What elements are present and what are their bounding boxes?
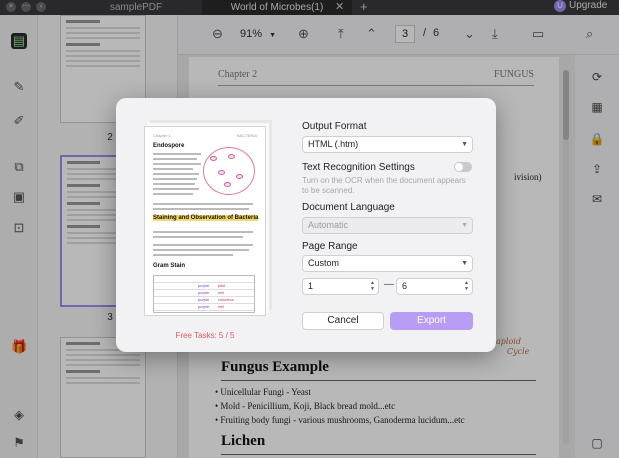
range-from-value: 1 xyxy=(308,281,314,291)
preview-header-right: BACTERIA xyxy=(236,133,257,138)
export-button[interactable]: Export xyxy=(390,312,473,330)
stepper-icon[interactable]: ▲ ▼ xyxy=(370,280,375,292)
range-to-input[interactable]: 6 ▲ ▼ xyxy=(396,278,473,295)
preview-header-left: Chapter 1 xyxy=(153,133,171,138)
document-preview: Chapter 1 BACTERIA Endospore Staining an… xyxy=(144,126,266,316)
document-language-value: Automatic xyxy=(308,220,349,230)
bacterium-shape xyxy=(228,154,235,159)
cancel-button[interactable]: Cancel xyxy=(302,312,384,330)
preview-text-line xyxy=(153,173,199,175)
export-dialog: Chapter 1 BACTERIA Endospore Staining an… xyxy=(116,98,496,352)
text-recognition-label: Text Recognition Settings xyxy=(302,162,415,173)
preview-text-line xyxy=(153,236,243,238)
preview-row: purple red xyxy=(154,290,254,297)
preview-section-title: Staining and Observation of Bacteria xyxy=(153,215,259,221)
bacterium-shape xyxy=(218,170,225,175)
preview-text-line xyxy=(153,178,197,180)
preview-text-line xyxy=(153,208,249,210)
preview-row: purple red xyxy=(154,304,254,311)
output-format-value: HTML (.htm) xyxy=(308,139,359,149)
ocr-toggle[interactable] xyxy=(454,162,472,172)
free-tasks-counter: Free Tasks: 5 / 5 xyxy=(175,331,235,340)
stepper-icon[interactable]: ▲ ▼ xyxy=(464,280,469,292)
output-format-label: Output Format xyxy=(302,121,367,132)
bacterium-shape xyxy=(210,156,217,161)
range-dash: — xyxy=(384,279,394,290)
preview-text-line xyxy=(153,203,253,205)
output-format-select[interactable]: HTML (.htm) ▼ xyxy=(302,136,473,153)
preview-row: purple colorless xyxy=(154,297,254,304)
document-language-select[interactable]: Automatic ▼ xyxy=(302,217,473,234)
preview-text-line xyxy=(153,188,199,190)
preview-title: Endospore xyxy=(153,143,185,149)
ocr-hint: Turn on the OCR when the document appear… xyxy=(302,176,466,195)
preview-text-line xyxy=(153,163,201,165)
preview-text-line xyxy=(153,244,253,246)
preview-text-line xyxy=(153,231,253,233)
bacterium-shape xyxy=(236,174,243,179)
preview-table: purple pink purple red purple colorless pur… xyxy=(153,275,255,313)
preview-text-line xyxy=(153,183,195,185)
preview-text-line xyxy=(153,254,233,256)
document-language-label: Document Language xyxy=(302,202,395,213)
range-to-value: 6 xyxy=(402,281,408,291)
preview-row: purple pink xyxy=(154,283,254,290)
chevron-down-icon: ▼ xyxy=(461,141,468,148)
preview-text-line xyxy=(153,249,249,251)
toggle-knob xyxy=(455,163,463,171)
page-range-label: Page Range xyxy=(302,241,358,252)
page-range-value: Custom xyxy=(308,258,340,268)
preview-subtitle: Gram Stain xyxy=(153,263,186,269)
preview-text-line xyxy=(153,193,193,195)
preview-text-line xyxy=(153,153,201,155)
range-from-input[interactable]: 1 ▲ ▼ xyxy=(302,278,379,295)
preview-text-line xyxy=(153,158,197,160)
chevron-down-icon: ▼ xyxy=(461,260,468,267)
page-range-select[interactable]: Custom ▼ xyxy=(302,255,473,272)
preview-text-line xyxy=(153,168,193,170)
chevron-down-icon: ▼ xyxy=(461,222,468,229)
preview-row xyxy=(154,276,254,283)
bacterium-shape xyxy=(224,182,231,187)
bacteria-illustration xyxy=(203,147,255,195)
